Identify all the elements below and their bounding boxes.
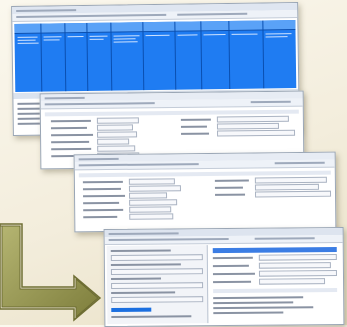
window-composite-editor [103, 226, 345, 327]
screenshot-collage [0, 0, 347, 327]
form-field[interactable] [97, 145, 136, 152]
form-field[interactable] [217, 129, 296, 137]
toolbar[interactable] [40, 98, 303, 110]
left-panel [106, 245, 209, 325]
form-field[interactable] [110, 254, 203, 261]
form-field[interactable] [97, 138, 130, 145]
form-field[interactable] [259, 278, 326, 285]
form-field[interactable] [110, 268, 203, 275]
form-field[interactable] [129, 192, 168, 199]
form-field[interactable] [216, 122, 279, 130]
toolbar[interactable] [74, 159, 335, 171]
form-field[interactable] [128, 185, 181, 192]
window-detail-form [73, 151, 337, 233]
form-field[interactable] [254, 190, 332, 198]
form-field[interactable] [254, 176, 327, 184]
form-field[interactable] [258, 270, 337, 277]
grid-header-row [14, 20, 296, 34]
form-field[interactable] [111, 282, 204, 289]
form-field[interactable] [96, 117, 139, 124]
form-field[interactable] [254, 183, 319, 191]
form-field[interactable] [128, 178, 175, 185]
form-field[interactable] [96, 124, 134, 131]
form-field[interactable] [258, 262, 331, 269]
form-field[interactable] [258, 254, 337, 261]
form-field[interactable] [111, 296, 204, 303]
form-field[interactable] [129, 213, 174, 220]
form-field[interactable] [129, 199, 178, 206]
form-field[interactable] [216, 115, 289, 123]
data-grid[interactable] [14, 20, 297, 92]
right-panel [208, 243, 342, 324]
form-field[interactable] [97, 131, 138, 138]
form-field[interactable] [129, 206, 172, 213]
